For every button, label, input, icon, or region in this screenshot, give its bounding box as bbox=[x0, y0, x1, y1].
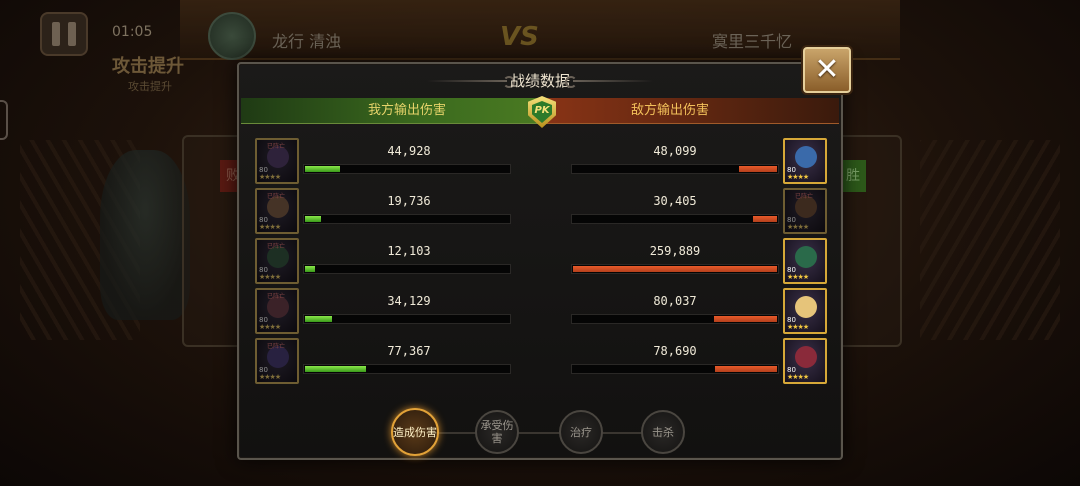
enemy-damage-value: 259,889 bbox=[649, 244, 701, 258]
enemy-hero-avatar[interactable]: 80 ★★★★ bbox=[783, 238, 827, 284]
ally-damage-bar bbox=[303, 164, 511, 174]
tab-damage-taken[interactable]: 承受伤害 bbox=[475, 410, 519, 454]
pause-button[interactable] bbox=[40, 12, 88, 56]
defeated-label: 已阵亡 bbox=[267, 143, 286, 150]
enemy-damage-bar bbox=[571, 164, 779, 174]
close-button[interactable]: ✕ bbox=[803, 47, 851, 93]
title-flourish-right bbox=[573, 80, 653, 82]
ally-hero-avatar[interactable]: 已阵亡 80 ★★★★ bbox=[255, 338, 299, 384]
close-icon: ✕ bbox=[814, 52, 840, 87]
damage-bar-fill bbox=[753, 216, 777, 222]
hero-portrait bbox=[795, 346, 817, 368]
enemy-damage-bar bbox=[571, 314, 779, 324]
pk-badge-text: PK bbox=[532, 101, 552, 123]
star-rating-icon: ★★★★ bbox=[259, 323, 281, 331]
hero-portrait bbox=[795, 296, 817, 318]
damage-row: 已阵亡 80 ★★★★ 44,928 48,099 80 ★★★★ bbox=[239, 138, 841, 188]
enemy-damage-value: 30,405 bbox=[653, 194, 697, 208]
pause-icon-bar bbox=[52, 22, 60, 46]
buff-title: 攻击提升 bbox=[112, 56, 184, 77]
enemy-hero-avatar[interactable]: 80 ★★★★ bbox=[783, 138, 827, 184]
battle-timer: 01:05 bbox=[112, 24, 153, 40]
tab-healing[interactable]: 治疗 bbox=[559, 410, 603, 454]
damage-row: 已阵亡 80 ★★★★ 34,129 80,037 80 ★★★★ bbox=[239, 288, 841, 338]
damage-bar-fill bbox=[305, 216, 321, 222]
damage-bar-fill bbox=[714, 316, 777, 322]
defeated-label: 已阵亡 bbox=[267, 193, 286, 200]
defeated-label: 已阵亡 bbox=[267, 243, 286, 250]
damage-row: 已阵亡 80 ★★★★ 19,736 30,405 已阵亡 80 ★★★★ bbox=[239, 188, 841, 238]
left-player-name: 龙行 清浊 bbox=[272, 32, 342, 51]
damage-row: 已阵亡 80 ★★★★ 12,103 259,889 80 ★★★★ bbox=[239, 238, 841, 288]
enemy-hero-avatar[interactable]: 80 ★★★★ bbox=[783, 288, 827, 334]
damage-bar-fill bbox=[715, 366, 777, 372]
damage-bar-fill bbox=[573, 266, 777, 272]
star-rating-icon: ★★★★ bbox=[787, 223, 809, 231]
star-rating-icon: ★★★★ bbox=[259, 273, 281, 281]
ally-hero-avatar[interactable]: 已阵亡 80 ★★★★ bbox=[255, 238, 299, 284]
tab-damage-dealt[interactable]: 造成伤害 bbox=[391, 408, 439, 456]
defeated-label: 已阵亡 bbox=[267, 343, 286, 350]
tab-kills[interactable]: 击杀 bbox=[641, 410, 685, 454]
star-rating-icon: ★★★★ bbox=[787, 323, 809, 331]
tab-label: 治疗 bbox=[570, 425, 592, 439]
buff-subtitle: 攻击提升 bbox=[128, 80, 172, 93]
ally-hero-avatar[interactable]: 已阵亡 80 ★★★★ bbox=[255, 188, 299, 234]
damage-bar-fill bbox=[305, 316, 332, 322]
pause-icon-bar bbox=[68, 22, 76, 46]
chain-decoration-right bbox=[920, 140, 1060, 340]
ally-damage-bar bbox=[303, 264, 511, 274]
ally-damage-value: 34,129 bbox=[387, 294, 431, 308]
star-rating-icon: ★★★★ bbox=[787, 273, 809, 281]
background-hero-figure bbox=[100, 150, 190, 320]
damage-bar-fill bbox=[305, 266, 315, 272]
enemy-damage-bar bbox=[571, 364, 779, 374]
star-rating-icon: ★★★★ bbox=[259, 173, 281, 181]
win-mark: 胜 bbox=[840, 160, 866, 192]
damage-bar-fill bbox=[305, 166, 340, 172]
enemy-damage-bar bbox=[571, 214, 779, 224]
ally-damage-bar bbox=[303, 364, 511, 374]
ally-damage-value: 19,736 bbox=[387, 194, 431, 208]
side-tab-handle[interactable] bbox=[0, 100, 8, 140]
player-emblem bbox=[208, 12, 256, 60]
right-player-name: 寞里三千忆 bbox=[712, 32, 793, 51]
tab-connector-line bbox=[419, 432, 669, 434]
star-rating-icon: ★★★★ bbox=[787, 173, 809, 181]
panel-title: 战绩数据 bbox=[509, 72, 570, 90]
ally-damage-header: 我方输出伤害 bbox=[368, 103, 447, 118]
tab-label: 击杀 bbox=[652, 425, 674, 439]
battle-stats-panel: 战绩数据 我方输出伤害 敌方输出伤害 PK 已阵亡 80 ★★★★ 44,928 48,… bbox=[237, 62, 843, 460]
hero-portrait bbox=[795, 146, 817, 168]
vs-label: VS bbox=[500, 22, 539, 52]
tab-label: 造成伤害 bbox=[393, 425, 437, 439]
stats-tab-bar: 造成伤害 承受伤害 治疗 击杀 bbox=[389, 408, 699, 456]
defeated-label: 已阵亡 bbox=[267, 293, 286, 300]
ally-damage-value: 44,928 bbox=[387, 144, 431, 158]
ally-hero-avatar[interactable]: 已阵亡 80 ★★★★ bbox=[255, 288, 299, 334]
hero-portrait bbox=[795, 246, 817, 268]
enemy-hero-avatar[interactable]: 80 ★★★★ bbox=[783, 338, 827, 384]
ally-damage-bar bbox=[303, 214, 511, 224]
enemy-damage-bar bbox=[571, 264, 779, 274]
enemy-damage-header: 敌方输出伤害 bbox=[631, 103, 710, 118]
enemy-damage-value: 78,690 bbox=[653, 344, 697, 358]
enemy-damage-value: 80,037 bbox=[653, 294, 697, 308]
enemy-damage-value: 48,099 bbox=[653, 144, 697, 158]
defeated-label: 已阵亡 bbox=[795, 193, 814, 200]
star-rating-icon: ★★★★ bbox=[259, 373, 281, 381]
ally-damage-bar bbox=[303, 314, 511, 324]
star-rating-icon: ★★★★ bbox=[787, 373, 809, 381]
ally-damage-value: 77,367 bbox=[387, 344, 431, 358]
damage-row: 已阵亡 80 ★★★★ 77,367 78,690 80 ★★★★ bbox=[239, 338, 841, 388]
damage-bar-fill bbox=[305, 366, 366, 372]
tab-label: 承受伤害 bbox=[480, 419, 514, 445]
star-rating-icon: ★★★★ bbox=[259, 223, 281, 231]
enemy-hero-avatar[interactable]: 已阵亡 80 ★★★★ bbox=[783, 188, 827, 234]
ally-damage-value: 12,103 bbox=[387, 244, 431, 258]
damage-bar-fill bbox=[739, 166, 777, 172]
ally-hero-avatar[interactable]: 已阵亡 80 ★★★★ bbox=[255, 138, 299, 184]
